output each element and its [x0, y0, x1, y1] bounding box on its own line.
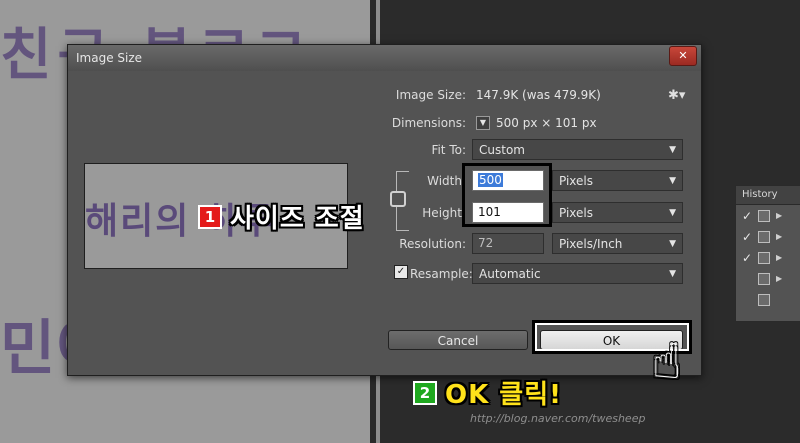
history-row[interactable]: ✓ ▶ — [736, 247, 800, 268]
step2-badge: 2 — [413, 380, 437, 405]
history-row[interactable] — [736, 289, 800, 310]
resample-value: Automatic — [479, 267, 541, 281]
history-state-icon — [758, 251, 770, 264]
history-panel-title: History — [736, 186, 800, 205]
history-row[interactable]: ▶ — [736, 268, 800, 289]
history-state-icon — [758, 293, 770, 306]
dimensions-value: 500 px × 101 px — [496, 116, 597, 130]
width-unit-select[interactable]: Pixels ▼ — [552, 170, 683, 191]
image-size-label: Image Size: — [395, 88, 466, 102]
gear-icon[interactable]: ✱▾ — [668, 88, 685, 103]
history-row[interactable]: ✓ ▶ — [736, 205, 800, 226]
dimensions-label: Dimensions: — [391, 116, 466, 130]
link-icon[interactable] — [390, 191, 406, 207]
history-state-icon — [758, 272, 770, 285]
width-label: Width: — [427, 174, 466, 188]
step2-text: OK 클릭! — [445, 380, 562, 410]
arrow-right-icon: ▶ — [776, 232, 783, 241]
chevron-down-icon: ▼ — [669, 208, 676, 218]
step1-text: 사이즈 조절 — [230, 204, 365, 234]
hand-cursor-icon: ☝ — [652, 334, 682, 390]
history-state-icon — [758, 209, 770, 222]
check-icon: ✓ — [742, 250, 753, 265]
height-unit-value: Pixels — [559, 206, 594, 220]
resample-select[interactable]: Automatic ▼ — [472, 263, 683, 284]
dialog-title: Image Size — [76, 51, 143, 65]
history-row[interactable]: ✓ ▶ — [736, 226, 800, 247]
arrow-right-icon: ▶ — [776, 274, 783, 283]
size-highlight-box — [462, 163, 552, 227]
step1-annotation: 1 사이즈 조절 — [198, 198, 365, 235]
fit-to-label: Fit To: — [431, 143, 466, 157]
dimensions-dropdown-icon[interactable]: ▼ — [476, 116, 490, 130]
arrow-right-icon: ▶ — [776, 211, 783, 220]
resolution-unit-value: Pixels/Inch — [559, 237, 623, 251]
chevron-down-icon: ▼ — [669, 269, 676, 279]
resample-label: Resample: — [410, 267, 473, 281]
dialog-titlebar[interactable]: Image Size ✕ — [68, 45, 701, 71]
step1-badge: 1 — [198, 204, 222, 229]
history-panel: History ✓ ▶ ✓ ▶ ✓ ▶ ▶ — [735, 185, 800, 322]
close-button[interactable]: ✕ — [669, 46, 697, 66]
resolution-unit-select[interactable]: Pixels/Inch ▼ — [552, 233, 683, 254]
history-state-icon — [758, 230, 770, 243]
resample-checkbox[interactable]: ✓ — [394, 265, 408, 279]
chevron-down-icon: ▼ — [669, 176, 676, 186]
resolution-input[interactable]: 72 — [472, 233, 544, 254]
chevron-down-icon: ▼ — [669, 239, 676, 249]
check-icon: ✓ — [742, 208, 753, 223]
arrow-right-icon: ▶ — [776, 253, 783, 262]
fit-to-value: Custom — [479, 143, 525, 157]
step2-annotation: 2 OK 클릭! — [413, 374, 562, 411]
cancel-button[interactable]: Cancel — [388, 330, 528, 350]
fit-to-select[interactable]: Custom ▼ — [472, 139, 683, 160]
watermark: http://blog.naver.com/twesheep — [470, 412, 646, 425]
resolution-label: Resolution: — [399, 237, 466, 251]
image-size-value: 147.9K (was 479.9K) — [476, 88, 601, 102]
check-icon: ✓ — [742, 229, 753, 244]
chevron-down-icon: ▼ — [669, 145, 676, 155]
height-unit-select[interactable]: Pixels ▼ — [552, 202, 683, 223]
height-label: Height: — [422, 206, 466, 220]
width-unit-value: Pixels — [559, 174, 594, 188]
